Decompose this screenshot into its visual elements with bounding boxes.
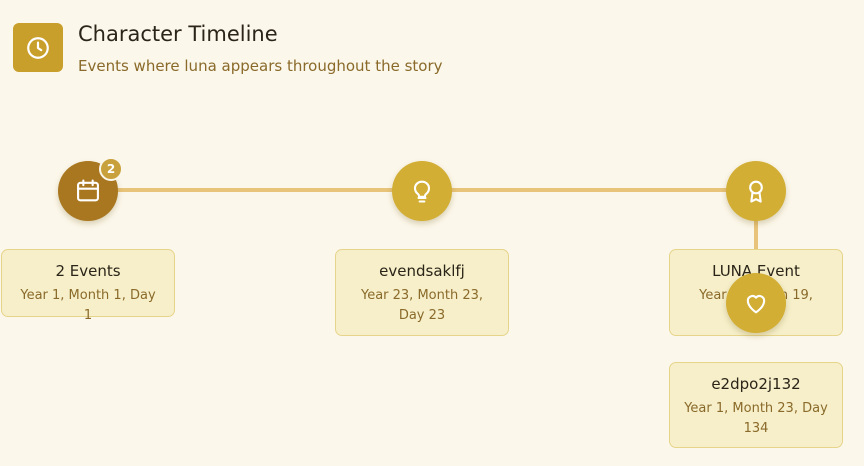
event-date: Year 1, Month 23, Day 134 bbox=[684, 401, 828, 436]
timeline-node-lightbulb[interactable] bbox=[392, 161, 452, 221]
page-title: Character Timeline bbox=[78, 22, 278, 46]
timeline-node-award[interactable] bbox=[726, 161, 786, 221]
clock-icon bbox=[27, 36, 49, 59]
event-title: evendsaklfj bbox=[379, 262, 465, 280]
event-card-1[interactable]: 2 Events Year 1, Month 1, Day 1 bbox=[1, 249, 175, 323]
event-title: e2dpo2j132 bbox=[711, 375, 801, 393]
award-icon bbox=[749, 180, 763, 203]
event-card-2[interactable]: evendsaklfj Year 23, Month 23, Day 23 bbox=[335, 249, 509, 336]
calendar-icon bbox=[77, 179, 99, 202]
timeline-node-heart[interactable] bbox=[726, 273, 786, 333]
event-count-badge: 2 bbox=[99, 157, 123, 181]
page-subtitle: Events where luna appears throughout the… bbox=[78, 57, 443, 75]
heart-icon bbox=[746, 295, 766, 314]
timeline-branch-line bbox=[754, 216, 758, 252]
event-date: Year 1, Month 1, Day 1 bbox=[20, 288, 156, 323]
event-date: Year 23, Month 23, Day 23 bbox=[360, 288, 483, 323]
event-card-4[interactable]: e2dpo2j132 Year 1, Month 23, Day 134 bbox=[669, 362, 843, 448]
lightbulb-icon bbox=[413, 180, 431, 203]
event-title: 2 Events bbox=[55, 262, 121, 280]
header-clock-icon bbox=[13, 23, 63, 72]
